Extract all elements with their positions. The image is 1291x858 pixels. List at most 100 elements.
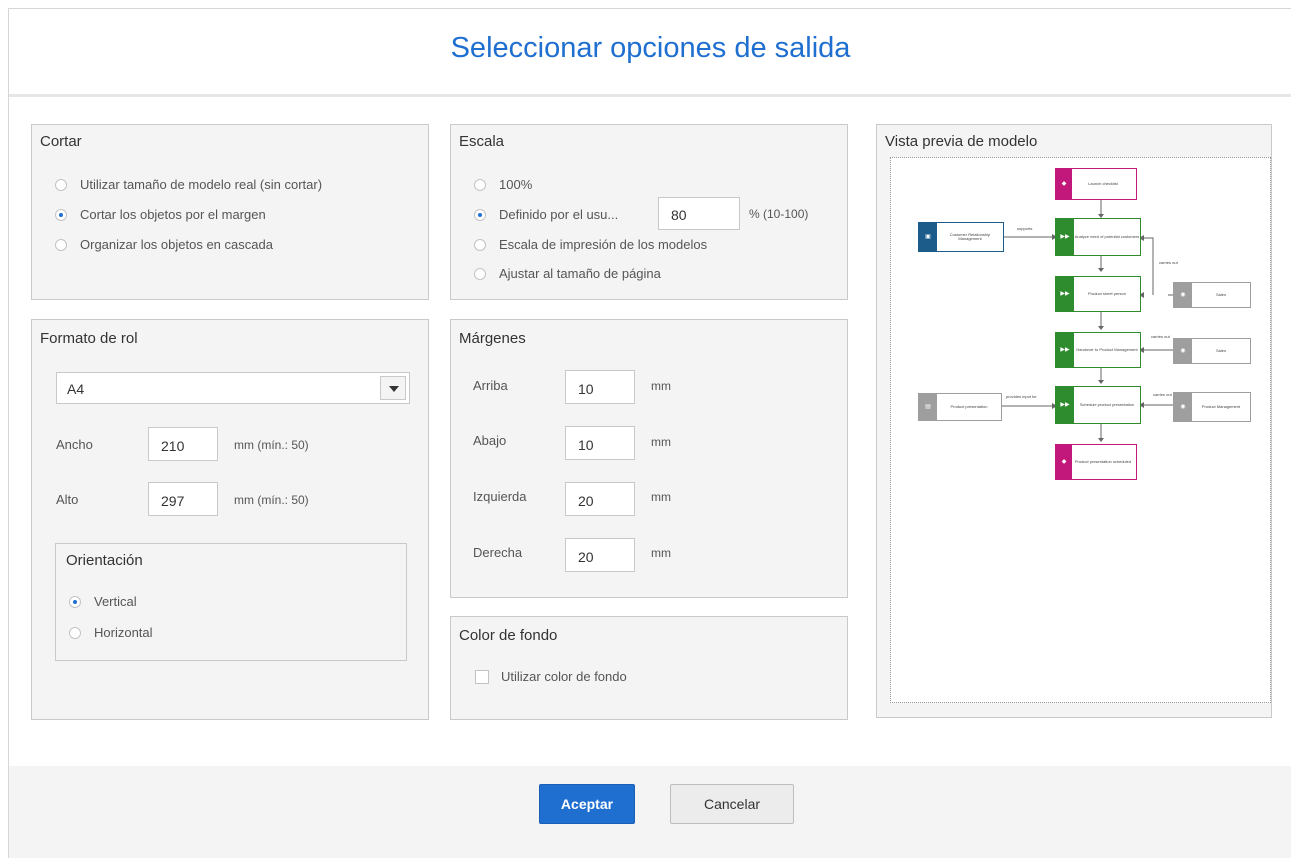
margin-right-label: Derecha bbox=[473, 545, 523, 560]
scale-user-input[interactable]: 80 bbox=[658, 197, 740, 230]
margin-bottom-label: Abajo bbox=[473, 433, 507, 448]
orientation-horizontal[interactable]: Horizontal bbox=[69, 625, 153, 640]
edge-provides-input: provides input for bbox=[1006, 394, 1037, 399]
radio-cut-margin[interactable] bbox=[55, 208, 67, 221]
cortar-option-label: Organizar los objetos en cascada bbox=[80, 237, 273, 252]
color-panel: Color de fondo Utilizar color de fondo bbox=[450, 616, 848, 720]
node-label: Product sheet person bbox=[1087, 291, 1127, 296]
preview-function-product: ▶▶ Product sheet person bbox=[1055, 276, 1141, 312]
paper-size-value: A4 bbox=[67, 381, 85, 397]
radio-scale-100[interactable] bbox=[474, 178, 486, 191]
event-icon: ◆ bbox=[1056, 445, 1072, 479]
escala-option-label: 100% bbox=[499, 177, 533, 192]
function-icon: ▶▶ bbox=[1056, 277, 1074, 311]
node-label: Product presentation bbox=[950, 404, 988, 409]
margin-top-label: Arriba bbox=[473, 378, 508, 393]
radio-real-size[interactable] bbox=[55, 178, 67, 191]
preview-title: Vista previa de modelo bbox=[885, 133, 1038, 150]
margin-left-label: Izquierda bbox=[473, 489, 527, 504]
preview-role-sales-1: ◉ Sales bbox=[1173, 282, 1251, 308]
width-input[interactable]: 210 bbox=[148, 427, 218, 461]
color-title: Color de fondo bbox=[459, 627, 558, 644]
node-label: Product Management bbox=[1201, 404, 1241, 409]
margenes-title: Márgenes bbox=[459, 330, 526, 347]
escala-option-user[interactable]: Definido por el usu... bbox=[474, 207, 618, 222]
edge-carries-out-2: carries out bbox=[1151, 334, 1170, 339]
height-input[interactable]: 297 bbox=[148, 482, 218, 516]
escala-option-label: Ajustar al tamaño de página bbox=[499, 266, 661, 281]
checkbox-label: Utilizar color de fondo bbox=[501, 669, 627, 684]
preview-document-presentation: ▤ Product presentation bbox=[918, 393, 1002, 421]
radio-cascade[interactable] bbox=[55, 238, 67, 251]
cortar-panel: Cortar Utilizar tamaño de modelo real (s… bbox=[31, 124, 429, 300]
preview-event-launch: ◆ Launch checklist bbox=[1055, 168, 1137, 200]
node-label: Schedule product presentation bbox=[1079, 402, 1135, 407]
background-color-checkbox-row[interactable]: Utilizar color de fondo bbox=[475, 669, 627, 684]
preview-event-scheduled: ◆ Product presentation scheduled bbox=[1055, 444, 1137, 480]
formato-panel: Formato de rol A4 Ancho 210 mm (mín.: 50… bbox=[31, 319, 429, 720]
margin-right-input[interactable]: 20 bbox=[565, 538, 635, 572]
orientation-vertical[interactable]: Vertical bbox=[69, 594, 137, 609]
dialog-footer: Aceptar Cancelar bbox=[9, 766, 1291, 858]
role-icon: ◉ bbox=[1174, 393, 1192, 421]
document-icon: ▤ bbox=[919, 394, 937, 420]
escala-option-fit[interactable]: Ajustar al tamaño de página bbox=[474, 266, 661, 281]
radio-scale-print[interactable] bbox=[474, 238, 486, 251]
escala-option-100[interactable]: 100% bbox=[474, 177, 532, 192]
node-label: Customer Relationship Management bbox=[949, 232, 991, 241]
background-color-checkbox[interactable] bbox=[475, 669, 489, 684]
node-label: Product presentation scheduled bbox=[1074, 459, 1132, 464]
model-preview: ◆ Launch checklist ▣ Customer Relationsh… bbox=[890, 157, 1271, 703]
event-icon: ◆ bbox=[1056, 169, 1072, 199]
node-label: Analyze need of potential customers bbox=[1074, 234, 1140, 239]
radio-vertical[interactable] bbox=[69, 595, 81, 608]
cortar-option-cut-margin[interactable]: Cortar los objetos por el margen bbox=[55, 207, 266, 222]
escala-panel: Escala 100% Definido por el usu... 80 % … bbox=[450, 124, 848, 300]
cortar-option-label: Utilizar tamaño de modelo real (sin cort… bbox=[80, 177, 323, 192]
node-label: Handover to Product Management bbox=[1076, 347, 1138, 352]
dialog-title: Seleccionar opciones de salida bbox=[9, 9, 1291, 97]
margin-unit: mm bbox=[651, 546, 671, 560]
chevron-down-icon[interactable] bbox=[380, 376, 406, 400]
radio-scale-user[interactable] bbox=[474, 208, 486, 221]
system-icon: ▣ bbox=[919, 223, 937, 251]
output-options-dialog: Seleccionar opciones de salida Cortar Ut… bbox=[8, 8, 1291, 858]
escala-option-print[interactable]: Escala de impresión de los modelos bbox=[474, 237, 707, 252]
node-label: Launch checklist bbox=[1088, 181, 1118, 186]
preview-role-pm: ◉ Product Management bbox=[1173, 392, 1251, 422]
preview-crm: ▣ Customer Relationship Management bbox=[918, 222, 1004, 252]
height-unit: mm (mín.: 50) bbox=[234, 493, 309, 507]
escala-option-label: Definido por el usu... bbox=[499, 207, 619, 222]
function-icon: ▶▶ bbox=[1056, 387, 1074, 423]
orientation-title: Orientación bbox=[66, 552, 143, 569]
formato-title: Formato de rol bbox=[40, 330, 138, 347]
node-label: Sales bbox=[1215, 292, 1226, 297]
margin-unit: mm bbox=[651, 435, 671, 449]
radio-horizontal[interactable] bbox=[69, 626, 81, 639]
height-label: Alto bbox=[56, 492, 79, 507]
escala-option-label: Escala de impresión de los modelos bbox=[499, 237, 708, 252]
role-icon: ◉ bbox=[1174, 339, 1192, 363]
cortar-title: Cortar bbox=[40, 133, 82, 150]
radio-scale-fit[interactable] bbox=[474, 267, 486, 280]
edge-carries-out-3: carries out bbox=[1153, 392, 1172, 397]
margin-bottom-input[interactable]: 10 bbox=[565, 426, 635, 460]
margin-unit: mm bbox=[651, 490, 671, 504]
node-label: Sales bbox=[1215, 348, 1226, 353]
preview-function-analyze: ▶▶ Analyze need of potential customers bbox=[1055, 218, 1141, 256]
paper-size-select[interactable]: A4 bbox=[56, 372, 410, 404]
cortar-option-cascade[interactable]: Organizar los objetos en cascada bbox=[55, 237, 273, 252]
margin-top-input[interactable]: 10 bbox=[565, 370, 635, 404]
width-label: Ancho bbox=[56, 437, 93, 452]
cancel-button[interactable]: Cancelar bbox=[670, 784, 794, 824]
edge-carries-out-1: carries out bbox=[1159, 260, 1178, 265]
margin-left-input[interactable]: 20 bbox=[565, 482, 635, 516]
width-unit: mm (mín.: 50) bbox=[234, 438, 309, 452]
preview-function-schedule: ▶▶ Schedule product presentation bbox=[1055, 386, 1141, 424]
cortar-option-real-size[interactable]: Utilizar tamaño de modelo real (sin cort… bbox=[55, 177, 322, 192]
scale-range: % (10-100) bbox=[749, 207, 809, 221]
function-icon: ▶▶ bbox=[1056, 219, 1074, 255]
orientation-group: Orientación Vertical Horizontal bbox=[55, 543, 407, 661]
accept-button[interactable]: Aceptar bbox=[539, 784, 635, 824]
escala-title: Escala bbox=[459, 133, 505, 150]
